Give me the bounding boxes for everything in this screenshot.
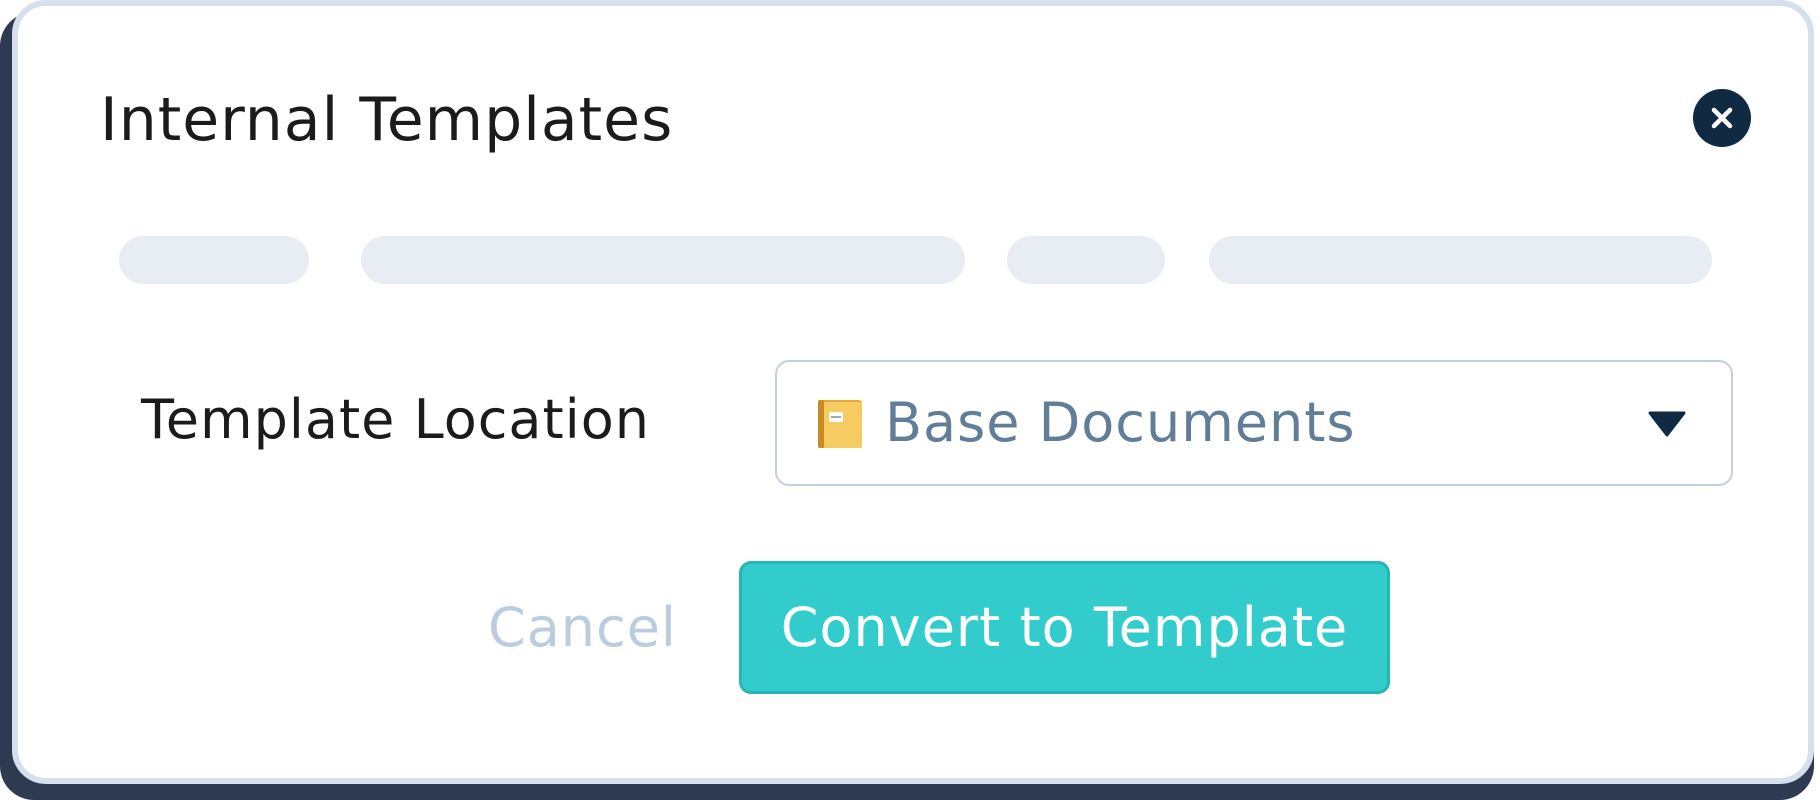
chevron-down-icon: [1648, 411, 1686, 437]
convert-to-template-button[interactable]: Convert to Template: [739, 561, 1390, 694]
close-button[interactable]: [1693, 89, 1751, 147]
close-icon: [1711, 107, 1733, 129]
loading-placeholder: [1209, 236, 1712, 284]
template-location-select[interactable]: Base Documents: [775, 360, 1733, 486]
loading-placeholder: [1007, 236, 1165, 284]
loading-placeholder: [119, 236, 309, 284]
template-location-label: Template Location: [141, 388, 650, 451]
selected-location: Base Documents: [885, 391, 1356, 454]
folder-icon: [818, 400, 862, 448]
loading-placeholder: [361, 236, 965, 284]
dialog-title: Internal Templates: [100, 85, 674, 155]
convert-template-dialog: Internal Templates Template Location Bas…: [12, 0, 1814, 784]
cancel-button[interactable]: Cancel: [488, 590, 677, 666]
